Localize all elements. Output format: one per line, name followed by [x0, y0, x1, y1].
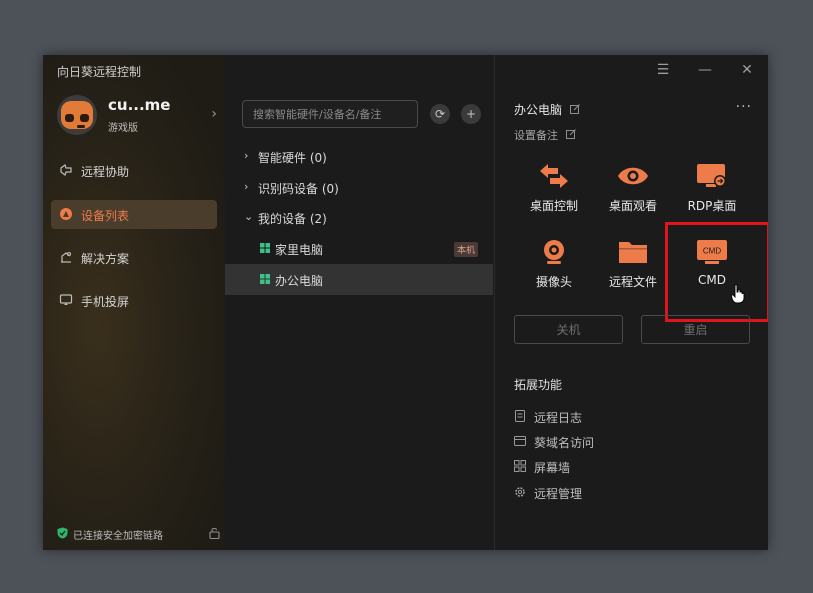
avatar [57, 95, 97, 135]
edit-icon[interactable] [570, 104, 580, 114]
log-icon [515, 410, 525, 422]
device-remark[interactable]: 设置备注 [514, 127, 558, 143]
desktop-view-eye-icon [618, 167, 648, 185]
app-window: 向日葵远程控制 cu...me 游戏版 › 远程协助 设备列表 解决方案 手机投… [43, 55, 768, 550]
ext-label: 屏幕墙 [534, 461, 571, 475]
screen-cast-icon [59, 294, 73, 305]
tree-group-id-devices[interactable]: › 识别码设备 (0) [225, 172, 493, 203]
connection-label: 已连接安全加密链路 [73, 531, 163, 542]
device-list-icon [60, 208, 72, 220]
ext-item-screen-wall[interactable]: 屏幕墙 [514, 458, 714, 476]
add-icon[interactable]: + [461, 104, 481, 124]
ext-item-remote-log[interactable]: 远程日志 [514, 408, 714, 426]
action-label: 桌面控制 [529, 199, 578, 213]
action-label: 摄像头 [535, 275, 572, 289]
remote-assist-icon [60, 164, 72, 176]
ext-label: 远程管理 [534, 487, 583, 501]
nav-item-remote-assist[interactable]: 远程协助 [51, 156, 217, 185]
device-item-office-pc[interactable]: 办公电脑 [225, 264, 493, 295]
shutdown-button[interactable]: 关机 [514, 315, 623, 344]
gear-icon [515, 487, 525, 497]
ext-label: 葵域名访问 [534, 436, 595, 450]
device-panel: ⟳ + › 智能硬件 (0) › 识别码设备 (0) ⌄ 我的设备 (2) 家里… [225, 55, 495, 550]
chevron-right-icon: › [244, 180, 249, 193]
nav-label: 设备列表 [81, 209, 130, 223]
restart-button[interactable]: 重启 [641, 315, 750, 344]
rdp-desktop-icon [697, 164, 726, 187]
windows-icon [260, 274, 270, 284]
edit-icon[interactable] [566, 129, 576, 139]
desktop-control-icon [540, 164, 568, 188]
nav-item-device-list[interactable]: 设备列表 [51, 200, 217, 229]
device-item-home-pc[interactable]: 家里电脑 本机 [225, 233, 493, 264]
action-remote-files[interactable]: 远程文件 [593, 239, 673, 309]
hand-cursor-icon [731, 284, 745, 304]
tree-group-my-devices[interactable]: ⌄ 我的设备 (2) [225, 202, 493, 233]
app-title: 向日葵远程控制 [57, 65, 142, 79]
windows-icon [260, 243, 270, 253]
extensions-title: 拓展功能 [514, 378, 563, 392]
user-profile[interactable]: cu...me 游戏版 › [57, 95, 217, 135]
action-label: 桌面观看 [608, 199, 657, 213]
nav-item-screen-cast[interactable]: 手机投屏 [51, 286, 217, 315]
ext-item-remote-management[interactable]: 远程管理 [514, 484, 714, 502]
refresh-icon[interactable]: ⟳ [430, 104, 450, 124]
action-label: 远程文件 [608, 275, 657, 289]
shield-icon [57, 527, 68, 539]
username: cu...me [108, 96, 171, 114]
sidebar: 向日葵远程控制 cu...me 游戏版 › 远程协助 设备列表 解决方案 手机投… [43, 55, 225, 550]
nav-label: 手机投屏 [81, 295, 130, 309]
camera-icon [544, 240, 564, 264]
nav-item-solution[interactable]: 解决方案 [51, 243, 217, 272]
ext-item-domain[interactable]: 葵域名访问 [514, 433, 714, 451]
minimize-icon[interactable]: — [693, 59, 717, 81]
folder-icon [619, 242, 647, 263]
tree-group-smart-hardware[interactable]: › 智能硬件 (0) [225, 141, 493, 172]
device-title: 办公电脑 [514, 103, 563, 117]
chevron-right-icon[interactable]: › [211, 106, 217, 122]
menu-icon[interactable]: ☰ [651, 59, 675, 81]
action-desktop-control[interactable]: 桌面控制 [514, 163, 594, 233]
search-input[interactable] [242, 100, 418, 128]
tree-group-label: 我的设备 (2) [258, 212, 327, 226]
highlight-box [665, 222, 768, 322]
connection-status: 已连接安全加密链路 [57, 526, 220, 542]
tree-group-label: 识别码设备 (0) [258, 182, 339, 196]
action-desktop-view[interactable]: 桌面观看 [593, 163, 673, 233]
tree-group-label: 智能硬件 (0) [258, 151, 327, 165]
chevron-right-icon: › [244, 149, 249, 162]
domain-icon [514, 436, 526, 446]
solution-icon [61, 251, 72, 263]
device-label: 办公电脑 [275, 274, 324, 288]
ext-label: 远程日志 [534, 411, 583, 425]
nav-label: 解决方案 [81, 252, 130, 266]
close-icon[interactable]: ✕ [735, 59, 759, 81]
device-label: 家里电脑 [275, 243, 324, 257]
action-label: RDP桌面 [687, 199, 737, 213]
unlock-icon[interactable] [209, 527, 220, 539]
action-camera[interactable]: 摄像头 [514, 239, 594, 309]
device-detail: ☰ — ✕ 办公电脑 ··· 设置备注 桌面控制 桌面观看 RDP桌面 摄像头 … [496, 55, 768, 550]
user-tier: 游戏版 [108, 123, 138, 134]
screen-wall-icon [514, 460, 526, 472]
more-options-icon[interactable]: ··· [736, 99, 752, 115]
nav-label: 远程协助 [81, 165, 130, 179]
local-badge: 本机 [453, 242, 478, 257]
chevron-down-icon: ⌄ [244, 210, 254, 223]
